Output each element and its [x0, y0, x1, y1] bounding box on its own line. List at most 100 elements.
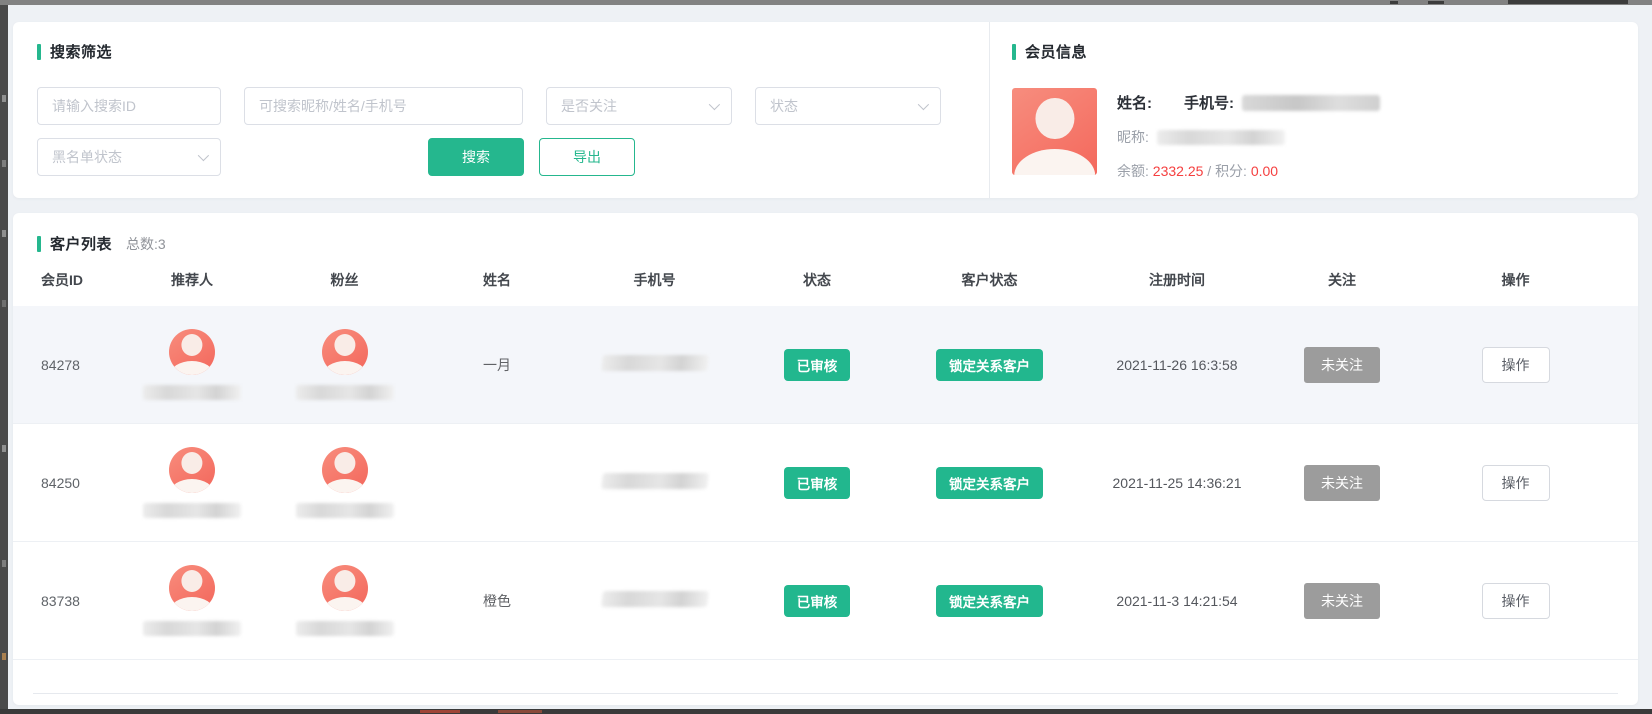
- title-accent-bar: [37, 44, 41, 60]
- member-nickname-label: 昵称:: [1117, 127, 1149, 147]
- person-icon: [169, 565, 215, 611]
- section-title-text: 会员信息: [1025, 41, 1087, 62]
- col-fan: 粉丝: [262, 270, 427, 290]
- chevron-down-icon: [709, 99, 720, 110]
- window-chrome-fragment: [1390, 1, 1398, 4]
- page-background: 搜索筛选 是否关注 状态 黑名单状态: [0, 0, 1652, 714]
- balance-label: 余额:: [1117, 161, 1149, 181]
- status-badge: 已审核: [784, 585, 851, 617]
- search-id-input[interactable]: [37, 87, 221, 125]
- title-accent-bar: [1012, 44, 1016, 60]
- member-id-cell: 84250: [37, 475, 122, 491]
- chevron-down-icon: [918, 99, 929, 110]
- follow-badge: 未关注: [1304, 583, 1380, 619]
- member-avatar: [1012, 88, 1097, 175]
- window-chrome-fragment: [1508, 0, 1628, 4]
- follow-select-placeholder: 是否关注: [561, 96, 617, 116]
- member-id-cell: 84278: [37, 357, 122, 373]
- referrer-cell: [122, 565, 262, 636]
- redacted-fan-name: [296, 385, 394, 400]
- customer-status-badge: 锁定关系客户: [936, 467, 1043, 499]
- customer-list-card: 客户列表 总数:3 会员ID 推荐人 粉丝 姓名 手机号 状态 客户状态 注册时…: [13, 213, 1638, 705]
- redacted-referrer-name: [143, 621, 241, 636]
- blacklist-select[interactable]: 黑名单状态: [37, 138, 221, 176]
- register-time-cell: 2021-11-26 16:3:58: [1087, 357, 1267, 373]
- redacted-phone: [601, 473, 709, 489]
- col-follow: 关注: [1267, 270, 1417, 290]
- col-member-id: 会员ID: [37, 270, 122, 290]
- window-chrome-fragment: [1428, 1, 1444, 4]
- export-button[interactable]: 导出: [539, 138, 635, 176]
- col-action: 操作: [1417, 270, 1614, 290]
- section-title-text: 搜索筛选: [50, 41, 112, 62]
- member-info-section: 会员信息 姓名: 手机号: 昵称:: [990, 22, 1638, 198]
- col-name: 姓名: [427, 270, 567, 290]
- search-section-title: 搜索筛选: [37, 41, 989, 62]
- register-time-cell: 2021-11-25 14:36:21: [1087, 475, 1267, 491]
- table-row: 83738 橙色 已审核 锁定关系客户 2021-11-3 14:: [13, 542, 1638, 660]
- action-button[interactable]: 操作: [1482, 347, 1550, 383]
- member-section-title: 会员信息: [1012, 41, 1638, 62]
- follow-select[interactable]: 是否关注: [546, 87, 732, 125]
- person-icon: [322, 447, 368, 493]
- redacted-phone: [601, 591, 709, 607]
- window-left-strip: [0, 5, 8, 709]
- filter-and-member-card: 搜索筛选 是否关注 状态 黑名单状态: [13, 22, 1638, 198]
- blacklist-select-placeholder: 黑名单状态: [52, 147, 122, 167]
- separator: /: [1207, 163, 1211, 179]
- referrer-cell: [122, 447, 262, 518]
- col-customer-status: 客户状态: [892, 270, 1087, 290]
- redacted-phone: [601, 355, 709, 371]
- window-top-strip: [0, 0, 1652, 5]
- col-register-time: 注册时间: [1087, 270, 1267, 290]
- table-body: 84278 一月 已审核 锁定关系客户 2021-11-26 16: [13, 306, 1638, 660]
- status-select-placeholder: 状态: [770, 96, 798, 116]
- person-icon: [169, 329, 215, 375]
- redacted-referrer-name: [143, 503, 241, 518]
- table-header: 会员ID 推荐人 粉丝 姓名 手机号 状态 客户状态 注册时间 关注 操作: [13, 254, 1638, 306]
- person-icon: [322, 329, 368, 375]
- search-filter-section: 搜索筛选 是否关注 状态 黑名单状态: [13, 22, 990, 198]
- action-button[interactable]: 操作: [1482, 583, 1550, 619]
- table-row: 84278 一月 已审核 锁定关系客户 2021-11-26 16: [13, 306, 1638, 424]
- member-phone-label: 手机号:: [1184, 92, 1234, 113]
- status-badge: 已审核: [784, 349, 851, 381]
- action-button[interactable]: 操作: [1482, 465, 1550, 501]
- person-icon: [1035, 98, 1074, 140]
- status-select[interactable]: 状态: [755, 87, 941, 125]
- col-phone: 手机号: [567, 270, 742, 290]
- balance-value: 2332.25: [1153, 163, 1204, 179]
- redacted-referrer-name: [143, 385, 241, 400]
- member-id-cell: 83738: [37, 593, 122, 609]
- customer-name-cell: 一月: [427, 355, 567, 375]
- customer-status-badge: 锁定关系客户: [936, 349, 1043, 381]
- window-chrome-fragment: [498, 710, 542, 713]
- window-chrome-fragment: [420, 710, 460, 713]
- table-bottom-divider: [33, 693, 1618, 694]
- points-value: 0.00: [1251, 163, 1278, 179]
- redacted-fan-name: [296, 621, 394, 636]
- redacted-fan-name: [296, 503, 394, 518]
- register-time-cell: 2021-11-3 14:21:54: [1087, 593, 1267, 609]
- status-badge: 已审核: [784, 467, 851, 499]
- fan-cell: [262, 447, 427, 518]
- redacted-member-phone: [1242, 95, 1380, 111]
- customer-list-title: 客户列表: [37, 233, 112, 254]
- member-name-label: 姓名:: [1117, 92, 1152, 113]
- col-referrer: 推荐人: [122, 270, 262, 290]
- total-count: 总数:3: [126, 234, 166, 254]
- search-button[interactable]: 搜索: [428, 138, 524, 176]
- person-icon: [169, 447, 215, 493]
- table-row: 84250 已审核 锁定关系客户 2021-11-25 14:3: [13, 424, 1638, 542]
- follow-badge: 未关注: [1304, 347, 1380, 383]
- fan-cell: [262, 565, 427, 636]
- window-bottom-strip: [0, 709, 1652, 714]
- redacted-member-nickname: [1157, 130, 1285, 145]
- keyword-input[interactable]: [244, 87, 523, 125]
- col-status: 状态: [742, 270, 892, 290]
- points-label: 积分:: [1215, 161, 1247, 181]
- person-icon: [322, 565, 368, 611]
- customer-status-badge: 锁定关系客户: [936, 585, 1043, 617]
- section-title-text: 客户列表: [50, 233, 112, 254]
- referrer-cell: [122, 329, 262, 400]
